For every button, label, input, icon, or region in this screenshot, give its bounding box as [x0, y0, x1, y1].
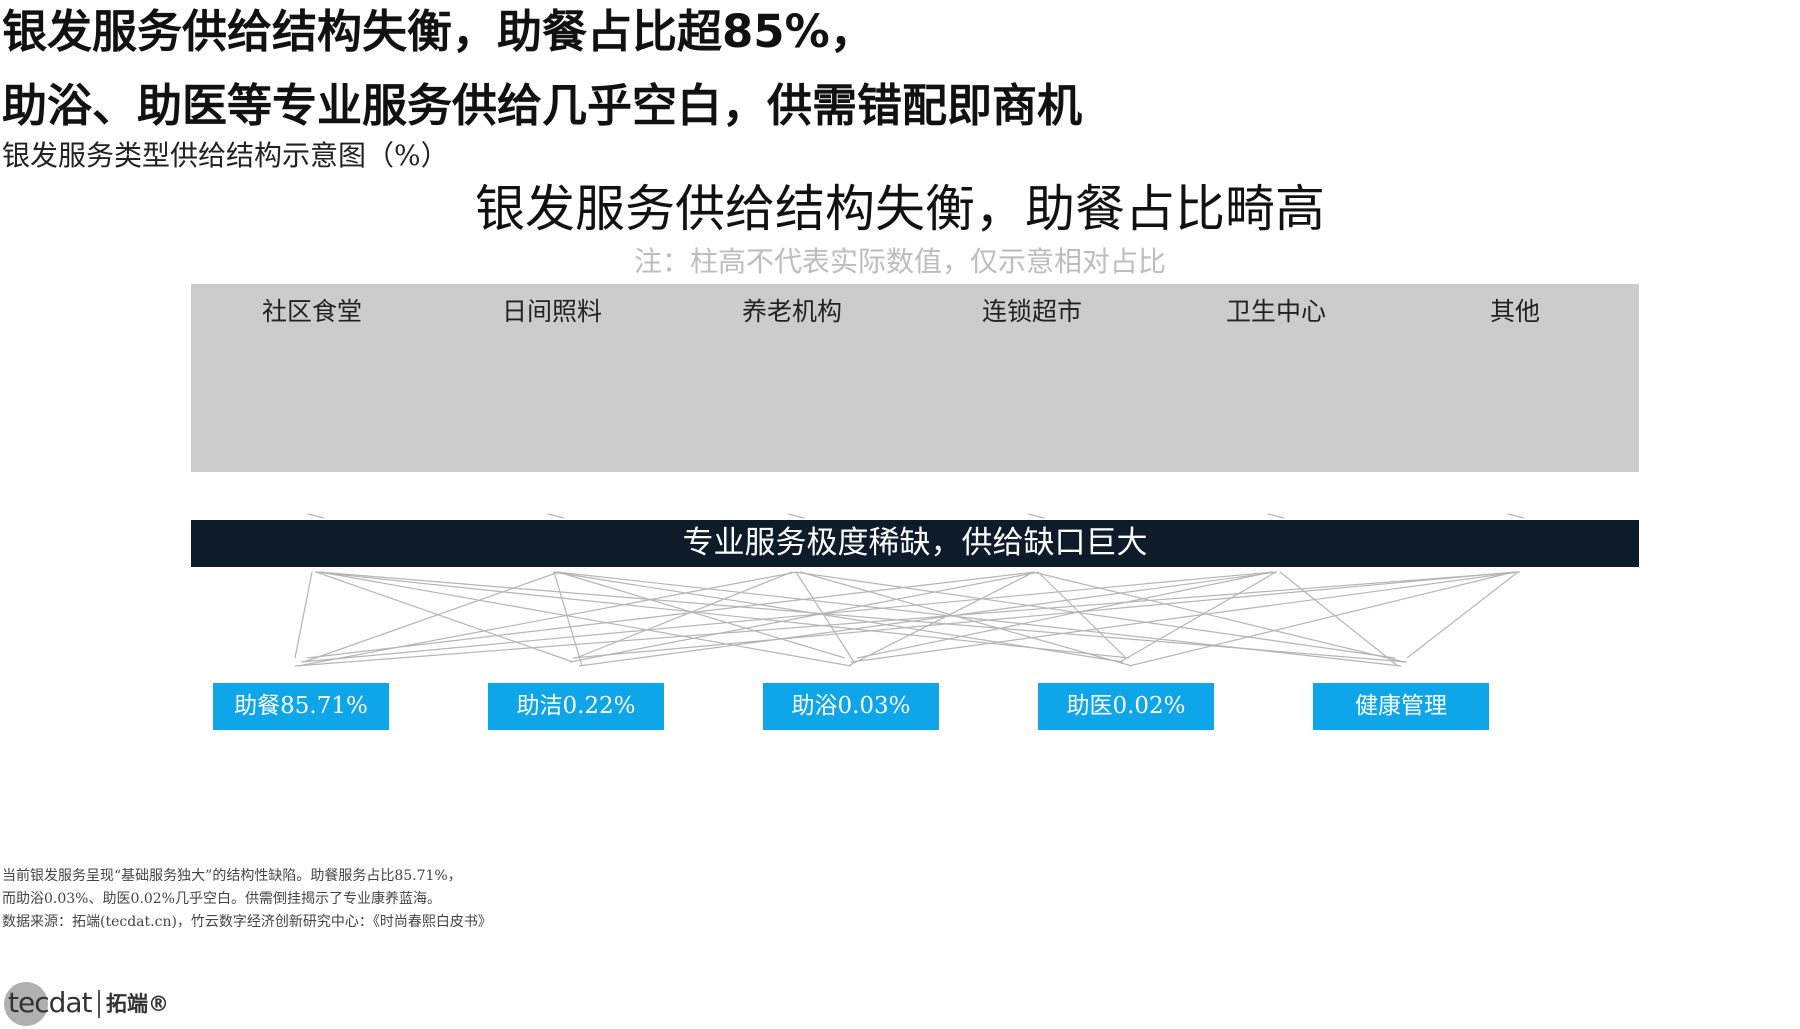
flow-line — [557, 571, 846, 659]
flow-tick — [1507, 513, 1525, 519]
service-box-bathing-assist: 助浴0.03% — [763, 683, 939, 730]
flow-line — [294, 571, 313, 659]
flow-tick — [1267, 513, 1285, 519]
footnote-source: 数据来源：拓端(tecdat.cn)，竹云数字经济创新研究中心：《时尚春熙白皮书… — [2, 914, 492, 930]
service-box-meal-assist: 助餐85.71% — [213, 683, 389, 730]
flow-tick — [307, 513, 325, 519]
service-box-medical-assist: 助医0.02% — [1038, 683, 1214, 730]
logo-divider — [98, 990, 100, 1018]
service-box-cleaning-assist: 助洁0.22% — [488, 683, 664, 730]
flow-line — [553, 571, 583, 667]
flow-line — [794, 571, 1396, 659]
flow-tick — [787, 513, 805, 519]
logo-cn-text: 拓端® — [106, 992, 169, 1016]
service-box-health-management: 健康管理 — [1313, 683, 1489, 730]
flow-tick — [1027, 513, 1045, 519]
flow-line — [1119, 571, 1277, 663]
flow-line — [1037, 571, 1127, 659]
flow-tick — [547, 513, 565, 519]
flow-line — [297, 571, 798, 667]
flow-line — [572, 571, 1516, 659]
footnote-2: 而助浴0.03%、助医0.02%几乎空白。供需倒挂揭示了专业康养蓝海。 — [2, 891, 441, 907]
footnote-1: 当前银发服务呈现“基础服务独大”的结构性缺陷。助餐服务占比85.71%， — [2, 868, 462, 884]
flow-line — [1128, 571, 1515, 667]
flow-line — [294, 571, 1521, 667]
gap-banner: 专业服务极度稀缺，供给缺口巨大 — [191, 520, 1639, 567]
logo-brand-text: tecdat — [8, 986, 93, 1019]
flow-line — [575, 571, 793, 659]
